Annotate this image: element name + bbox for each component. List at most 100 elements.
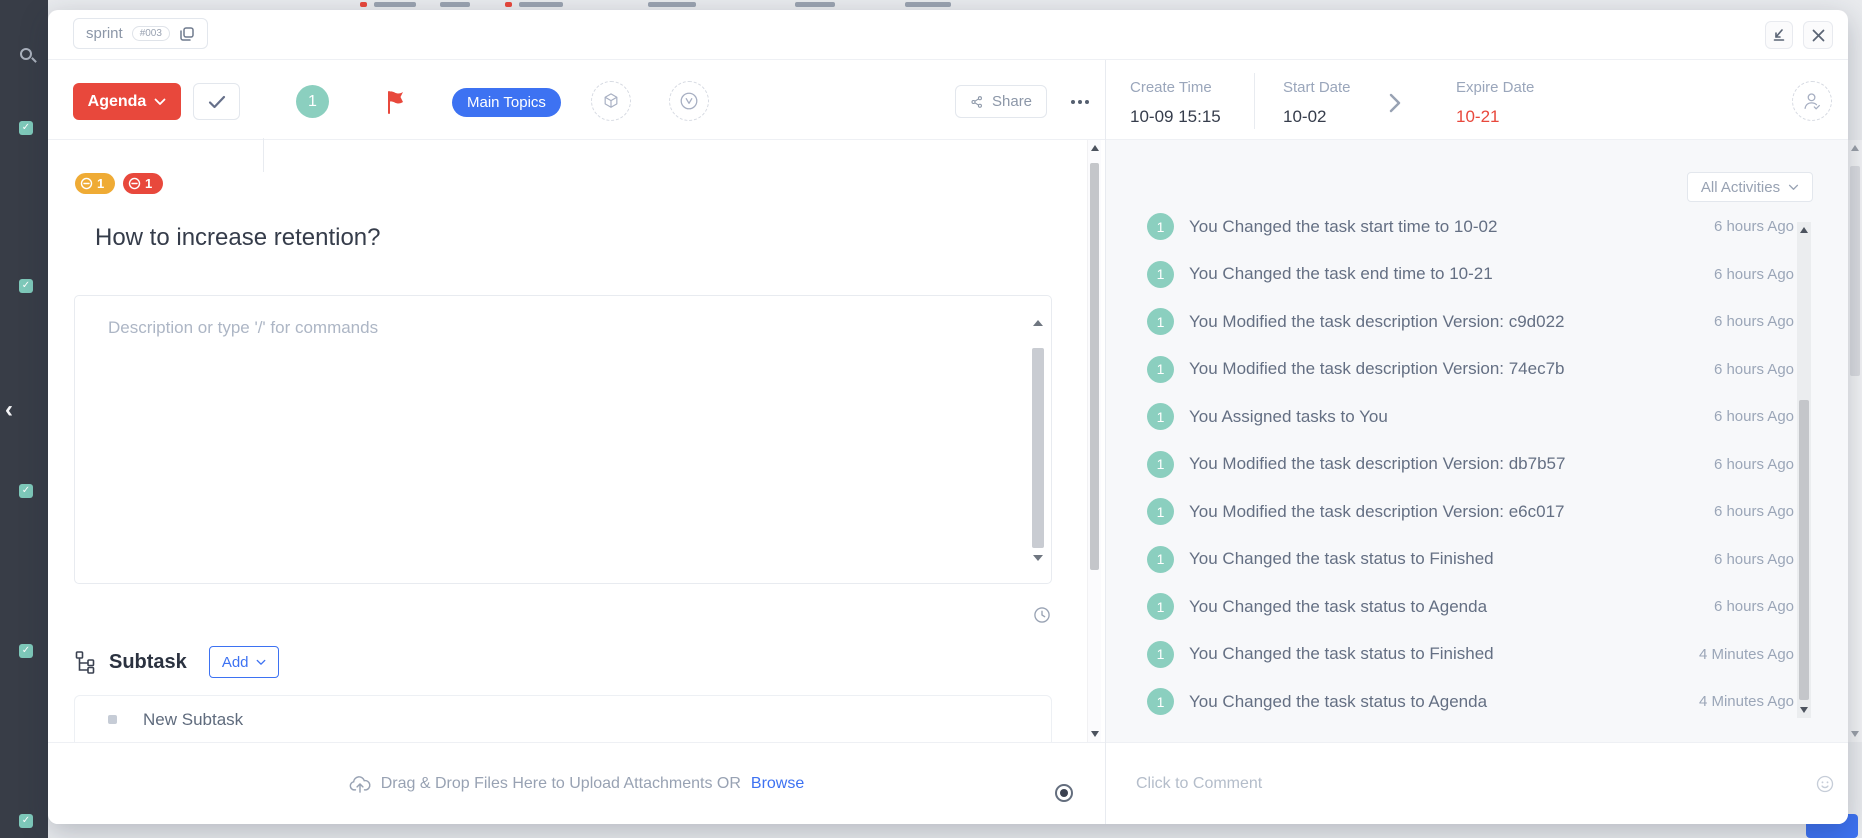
cube-icon: [601, 91, 621, 111]
comment-input[interactable]: Click to Comment: [1106, 742, 1848, 824]
radio-indicator-icon[interactable]: [1055, 784, 1073, 802]
complete-task-button[interactable]: [193, 83, 240, 120]
scrollbar-thumb[interactable]: [1032, 348, 1044, 548]
window-scrollbar[interactable]: [1848, 140, 1862, 742]
subtask-bullet-icon: [108, 715, 117, 724]
scrollbar-thumb[interactable]: [1799, 400, 1809, 700]
attachment-dropzone[interactable]: Drag & Drop Files Here to Upload Attachm…: [48, 742, 1105, 824]
description-scrollbar[interactable]: [1031, 320, 1045, 561]
sprint-tag[interactable]: sprint #003: [73, 18, 208, 49]
checkbox-icon[interactable]: ✓: [19, 644, 33, 658]
scroll-down-icon[interactable]: [1851, 731, 1859, 737]
scrollbar-thumb[interactable]: [1090, 163, 1099, 570]
close-button[interactable]: [1803, 21, 1833, 49]
priority-badges: 1 1: [75, 173, 163, 194]
priority-badge[interactable]: 1: [75, 173, 115, 194]
activity-text: You Changed the task status to Finished: [1189, 644, 1494, 664]
activity-avatar: 1: [1147, 593, 1174, 620]
status-dropdown-button[interactable]: Agenda: [73, 83, 181, 120]
person-check-icon: [1801, 90, 1823, 112]
activity-filter-dropdown[interactable]: All Activities: [1687, 172, 1813, 202]
emoji-icon[interactable]: [1815, 774, 1835, 794]
left-panel-scrollbar[interactable]: [1087, 140, 1101, 742]
activity-row[interactable]: 1 You Changed the task status to Agenda …: [1106, 678, 1796, 726]
subtask-item[interactable]: New Subtask: [75, 696, 1051, 743]
scroll-down-icon[interactable]: [1800, 707, 1808, 713]
divider: [1254, 73, 1255, 129]
modal-titlebar: sprint #003: [48, 10, 1848, 60]
assignee-avatar[interactable]: 1: [296, 85, 329, 118]
activity-text: You Modified the task description Versio…: [1189, 502, 1565, 522]
checkbox-icon[interactable]: ✓: [19, 484, 33, 498]
activity-row[interactable]: 1 You Changed the task status to Finishe…: [1106, 536, 1796, 584]
collapse-chevron-left-icon[interactable]: ‹: [5, 398, 13, 422]
task-title[interactable]: How to increase retention?: [95, 224, 381, 252]
activity-row[interactable]: 1 You Changed the task end time to 10-21…: [1106, 251, 1796, 299]
export-button[interactable]: [1765, 21, 1793, 49]
activity-list: 1 You Changed the task start time to 10-…: [1106, 212, 1796, 726]
description-input[interactable]: Description or type '/' for commands: [74, 295, 1052, 584]
activity-avatar: 1: [1147, 261, 1174, 288]
activity-row[interactable]: 1 You Modified the task description Vers…: [1106, 488, 1796, 536]
chevron-down-icon: [256, 659, 266, 666]
activity-avatar: 1: [1147, 688, 1174, 715]
checkbox-icon[interactable]: ✓: [19, 121, 33, 135]
activity-text: You Assigned tasks to You: [1189, 407, 1388, 427]
scroll-up-icon[interactable]: [1033, 320, 1043, 326]
scroll-up-icon[interactable]: [1800, 227, 1808, 233]
task-number-badge: #003: [132, 26, 170, 41]
badge-count: 1: [145, 176, 152, 191]
topic-tag[interactable]: Main Topics: [452, 88, 561, 117]
board-fragment: [519, 2, 563, 7]
activity-row[interactable]: 1 You Changed the task status to Agenda …: [1106, 583, 1796, 631]
scroll-up-icon[interactable]: [1851, 145, 1859, 151]
activity-row[interactable]: 1 You Modified the task description Vers…: [1106, 346, 1796, 394]
activity-avatar: 1: [1147, 308, 1174, 335]
priority-flag-icon[interactable]: [384, 89, 408, 115]
chevron-down-icon: [154, 98, 166, 106]
more-options-button[interactable]: [1060, 85, 1100, 118]
version-circle-icon: [678, 90, 700, 112]
activity-row[interactable]: 1 You Assigned tasks to You 6 hours Ago: [1106, 393, 1796, 441]
activity-timestamp: 6 hours Ago: [1714, 266, 1794, 283]
expire-date-label: Expire Date: [1456, 79, 1534, 96]
create-time-label: Create Time: [1130, 79, 1212, 96]
board-fragment: [505, 2, 512, 7]
subtask-label: New Subtask: [143, 710, 243, 730]
add-assignee-button[interactable]: [1792, 81, 1832, 121]
scroll-up-icon[interactable]: [1091, 145, 1099, 151]
scrollbar-thumb[interactable]: [1850, 166, 1860, 376]
add-module-button[interactable]: [591, 81, 631, 121]
activity-avatar: 1: [1147, 403, 1174, 430]
activity-row[interactable]: 1 You Changed the task status to Finishe…: [1106, 631, 1796, 679]
activity-text: You Modified the task description Versio…: [1189, 312, 1565, 332]
history-clock-icon[interactable]: [1032, 605, 1052, 625]
activity-scrollbar[interactable]: [1797, 222, 1811, 718]
checkbox-icon[interactable]: ✓: [19, 814, 33, 828]
expire-date-value[interactable]: 10-21: [1456, 107, 1499, 127]
activity-timestamp: 4 Minutes Ago: [1699, 693, 1794, 710]
upload-hint: Drag & Drop Files Here to Upload Attachm…: [381, 775, 741, 793]
activity-row[interactable]: 1 You Changed the task start time to 10-…: [1106, 212, 1796, 251]
activity-timestamp: 6 hours Ago: [1714, 551, 1794, 568]
add-subtask-button[interactable]: Add: [209, 646, 279, 678]
scroll-down-icon[interactable]: [1033, 555, 1043, 561]
priority-badge[interactable]: 1: [123, 173, 163, 194]
board-fragment: [440, 2, 470, 7]
activity-text: You Changed the task start time to 10-02: [1189, 217, 1497, 237]
search-icon[interactable]: [20, 48, 32, 60]
share-button[interactable]: Share: [955, 85, 1047, 118]
start-date-value[interactable]: 10-02: [1283, 107, 1326, 127]
add-version-button[interactable]: [669, 81, 709, 121]
activity-avatar: 1: [1147, 498, 1174, 525]
copy-icon[interactable]: [179, 26, 195, 42]
activity-row[interactable]: 1 You Modified the task description Vers…: [1106, 441, 1796, 489]
activity-row[interactable]: 1 You Modified the task description Vers…: [1106, 298, 1796, 346]
chevron-down-icon: [1788, 184, 1799, 191]
start-date-label: Start Date: [1283, 79, 1351, 96]
activity-text: You Changed the task status to Agenda: [1189, 597, 1487, 617]
scroll-down-icon[interactable]: [1091, 731, 1099, 737]
export-download-icon: [1771, 27, 1787, 43]
browse-link[interactable]: Browse: [751, 775, 804, 793]
checkbox-icon[interactable]: ✓: [19, 279, 33, 293]
